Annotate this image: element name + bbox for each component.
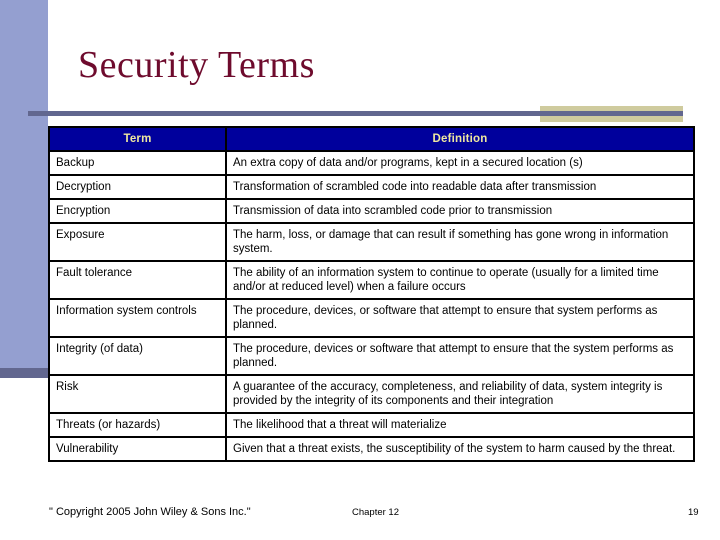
footer-page-number: 19 <box>688 507 699 518</box>
cell-definition: An extra copy of data and/or programs, k… <box>225 150 695 176</box>
cell-definition: The procedure, devices, or software that… <box>225 298 695 338</box>
table-row: Integrity (of data) The procedure, device… <box>48 336 695 376</box>
cell-term: Exposure <box>48 222 227 262</box>
cell-definition: The harm, loss, or damage that can resul… <box>225 222 695 262</box>
cell-definition: A guarantee of the accuracy, completenes… <box>225 374 695 414</box>
table-row: Exposure The harm, loss, or damage that c… <box>48 222 695 262</box>
left-decorative-band <box>0 0 48 368</box>
left-decorative-band-foot <box>0 368 48 378</box>
table-row: Vulnerability Given that a threat exists,… <box>48 436 695 462</box>
table-body: Backup An extra copy of data and/or progr… <box>48 150 695 462</box>
column-header-term: Term <box>48 126 227 152</box>
table-row: Threats (or hazards) The likelihood that … <box>48 412 695 438</box>
cell-term: Threats (or hazards) <box>48 412 227 438</box>
table-header: Term Definition <box>48 126 695 152</box>
terms-table: Term Definition Backup An extra copy of d… <box>48 126 695 462</box>
cell-term: Vulnerability <box>48 436 227 462</box>
table-row: Encryption Transmission of data into scra… <box>48 198 695 224</box>
cell-term: Backup <box>48 150 227 176</box>
title-divider-rule <box>28 111 683 116</box>
table-row: Decryption Transformation of scrambled co… <box>48 174 695 200</box>
footer-copyright: " Copyright 2005 John Wiley & Sons Inc." <box>49 506 251 518</box>
table-row: Risk A guarantee of the accuracy, complet… <box>48 374 695 414</box>
cell-definition: The ability of an information system to … <box>225 260 695 300</box>
table-header-row: Term Definition <box>48 126 695 152</box>
cell-term: Encryption <box>48 198 227 224</box>
cell-definition: Transmission of data into scrambled code… <box>225 198 695 224</box>
cell-term: Risk <box>48 374 227 414</box>
page-title: Security Terms <box>78 44 315 86</box>
table-row: Information system controls The procedure… <box>48 298 695 338</box>
slide-canvas: Security Terms Term Definition Backup An … <box>0 0 720 540</box>
cell-definition: The likelihood that a threat will materi… <box>225 412 695 438</box>
slide-footer: " Copyright 2005 John Wiley & Sons Inc."… <box>0 503 720 525</box>
cell-definition: Given that a threat exists, the suscepti… <box>225 436 695 462</box>
cell-term: Integrity (of data) <box>48 336 227 376</box>
cell-term: Information system controls <box>48 298 227 338</box>
cell-term: Decryption <box>48 174 227 200</box>
cell-term: Fault tolerance <box>48 260 227 300</box>
footer-chapter-label: Chapter 12 <box>352 507 400 518</box>
table-row: Backup An extra copy of data and/or progr… <box>48 150 695 176</box>
cell-definition: The procedure, devices or software that … <box>225 336 695 376</box>
table-row: Fault tolerance The ability of an informa… <box>48 260 695 300</box>
column-header-definition: Definition <box>225 126 695 152</box>
terms-table-container: Term Definition Backup An extra copy of d… <box>48 126 695 462</box>
cell-definition: Transformation of scrambled code into re… <box>225 174 695 200</box>
